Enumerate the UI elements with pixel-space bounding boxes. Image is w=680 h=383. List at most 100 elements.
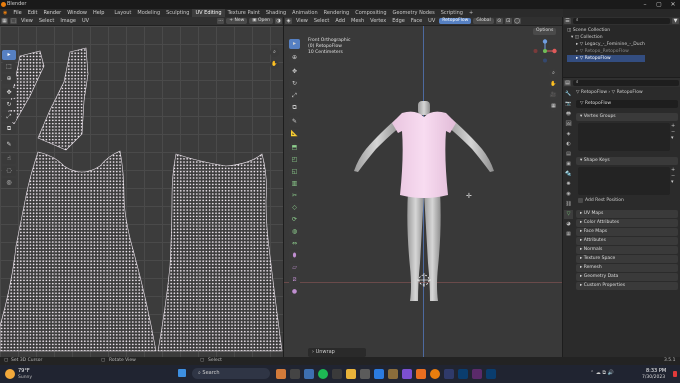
- particles-tab-icon[interactable]: ✺: [564, 180, 573, 189]
- cursor-tool-icon[interactable]: ⊕: [289, 53, 300, 63]
- loop-cut-tool-icon[interactable]: ▥: [289, 179, 300, 189]
- menu-window[interactable]: Window: [64, 9, 90, 17]
- app-icon-7[interactable]: [444, 369, 454, 379]
- view-menu-select[interactable]: Select: [311, 17, 332, 26]
- view-layer-tab-icon[interactable]: 🖼: [564, 120, 573, 129]
- paint-tool-icon[interactable]: ●: [289, 287, 300, 297]
- object-tab-icon[interactable]: ▣: [564, 160, 573, 169]
- editor-type-icon[interactable]: ▦: [1, 18, 8, 24]
- render-tab-icon[interactable]: 📷: [564, 100, 573, 109]
- uv-menu-uv[interactable]: UV: [79, 17, 92, 26]
- rip-tool-icon[interactable]: ⧄: [289, 275, 300, 285]
- pan-icon[interactable]: ✋: [270, 60, 279, 69]
- edge-browser-icon[interactable]: [374, 369, 384, 379]
- 3d-viewport[interactable]: ◈ View Select Add Mesh Vertex Edge Face …: [284, 17, 562, 357]
- tab-layout[interactable]: Layout: [111, 9, 134, 17]
- panel-vertex-groups[interactable]: ▾ Vertex Groups: [576, 113, 678, 121]
- maximize-icon[interactable]: ▢: [652, 0, 666, 9]
- bevel-tool-icon[interactable]: ◱: [289, 167, 300, 177]
- add-rest-position-checkbox[interactable]: Add Rest Position: [578, 198, 624, 203]
- outliner-item-collection[interactable]: ▾ ◫ Collection: [567, 34, 645, 41]
- view-menu-vertex[interactable]: Vertex: [367, 17, 389, 26]
- app-icon-5[interactable]: [402, 369, 412, 379]
- app-icon-2[interactable]: [332, 369, 342, 379]
- uv-grid-canvas[interactable]: ▸ ⬚ ⊕ ✥ ↻ ⤢ ⧉ ✎ ☝ ◌ ◎ ⌕ ✋: [0, 26, 283, 357]
- properties-editor-icon[interactable]: ▤: [564, 79, 571, 86]
- uv-menu-view[interactable]: View: [18, 17, 36, 26]
- minimize-icon[interactable]: –: [638, 0, 652, 9]
- tab-rendering[interactable]: Rendering: [321, 9, 353, 17]
- uv-overlay-icon[interactable]: ◑: [275, 18, 282, 24]
- options-button[interactable]: Options: [533, 28, 557, 35]
- snap-icon[interactable]: ⋯: [217, 18, 225, 24]
- poly-build-tool-icon[interactable]: ◇: [289, 203, 300, 213]
- tab-geometry-nodes[interactable]: Geometry Nodes: [390, 9, 438, 17]
- outliner-search-input[interactable]: ⌕: [573, 18, 670, 24]
- outliner-item-retopo[interactable]: ▸ ▽ Retopo_RetopoFlow: [567, 48, 645, 55]
- panel-shape-keys[interactable]: ▾ Shape Keys: [576, 157, 678, 165]
- pivot-icon[interactable]: ⊙: [495, 18, 503, 24]
- uv-select-mode-icon[interactable]: ⬚: [10, 18, 17, 24]
- zoom-icon[interactable]: ⌕: [270, 48, 279, 57]
- menu-help[interactable]: Help: [90, 9, 107, 17]
- texture-tab-icon[interactable]: ▦: [564, 230, 573, 239]
- grab-tool-icon[interactable]: ☝: [2, 154, 16, 164]
- rotate-tool-icon[interactable]: ↻: [2, 100, 16, 110]
- outliner-item-legacy[interactable]: ▸ ▽ Legacy_-_Feminine_-_Duch: [567, 41, 645, 48]
- vertex-groups-list[interactable]: [578, 123, 670, 151]
- annotate-tool-icon[interactable]: ✎: [2, 140, 16, 150]
- shrink-fatten-tool-icon[interactable]: ⬮: [289, 251, 300, 261]
- panel-uv-maps[interactable]: ▸ UV Maps: [576, 210, 678, 218]
- new-image-button[interactable]: + New: [226, 18, 248, 24]
- app-icon-4[interactable]: [388, 369, 398, 379]
- outliner-item-retopoflow[interactable]: ▸ ▽ RetopoFlow: [567, 55, 645, 62]
- open-image-button[interactable]: ▣ Open: [249, 18, 273, 24]
- weather-temp[interactable]: 79°F: [18, 368, 30, 374]
- transform-tool-icon[interactable]: ⧉: [289, 103, 300, 113]
- uv-menu-select[interactable]: Select: [36, 17, 57, 26]
- camera-view-icon[interactable]: 🎥: [549, 91, 558, 100]
- notification-icon[interactable]: [673, 371, 677, 377]
- tab-texture-paint[interactable]: Texture Paint: [225, 9, 263, 17]
- last-operator-panel[interactable]: › Unwrap: [308, 348, 366, 357]
- output-tab-icon[interactable]: 🖶: [564, 110, 573, 119]
- blender-taskbar-icon[interactable]: [430, 369, 440, 379]
- knife-tool-icon[interactable]: ✂: [289, 191, 300, 201]
- measure-tool-icon[interactable]: 📐: [289, 129, 300, 139]
- mesh-name-field[interactable]: ▽ RetopoFlow: [576, 100, 678, 108]
- view-menu-mesh[interactable]: Mesh: [348, 17, 367, 26]
- modifier-tab-icon[interactable]: 🔩: [564, 170, 573, 179]
- extrude-tool-icon[interactable]: ⬒: [289, 143, 300, 153]
- weather-sun-icon[interactable]: [5, 369, 15, 379]
- spotify-icon[interactable]: [318, 369, 328, 379]
- navigation-gizmo[interactable]: [533, 39, 557, 63]
- menu-edit[interactable]: Edit: [25, 9, 41, 17]
- app-icon-3[interactable]: [360, 369, 370, 379]
- checkbox-box[interactable]: [578, 198, 583, 203]
- move-tool-icon[interactable]: ✥: [289, 67, 300, 77]
- perspective-toggle-icon[interactable]: ▦: [549, 102, 558, 111]
- properties-editor[interactable]: ▤ ⌕ ▽ RetopoFlow › ▽ RetopoFlow ▽ Retopo…: [563, 78, 680, 357]
- shear-tool-icon[interactable]: ▱: [289, 263, 300, 273]
- photoshop-icon[interactable]: [458, 369, 468, 379]
- smooth-tool-icon[interactable]: ◍: [289, 227, 300, 237]
- photoshop-2-icon[interactable]: [486, 369, 496, 379]
- spin-tool-icon[interactable]: ⟳: [289, 215, 300, 225]
- move-tool-icon[interactable]: ✥: [2, 88, 16, 98]
- outliner-item-scene-collection[interactable]: ◫ Scene Collection: [567, 27, 645, 34]
- tab-compositing[interactable]: Compositing: [352, 9, 389, 17]
- shape-keys-add-icon[interactable]: + − ▾: [671, 167, 675, 185]
- zoom-icon[interactable]: ⌕: [549, 69, 558, 78]
- pinch-tool-icon[interactable]: ◎: [2, 178, 16, 188]
- constraints-tab-icon[interactable]: ⛓: [564, 200, 573, 209]
- outliner-editor-icon[interactable]: ☰: [564, 18, 571, 24]
- properties-search-input[interactable]: ⌕: [573, 79, 679, 86]
- world-tab-icon[interactable]: ◐: [564, 140, 573, 149]
- folder-icon[interactable]: [346, 369, 356, 379]
- tab-uv-editing[interactable]: UV Editing: [192, 9, 225, 17]
- tab-sculpting[interactable]: Sculpting: [163, 9, 192, 17]
- file-explorer-icon[interactable]: [304, 369, 314, 379]
- system-tray-icons[interactable]: ⌃ ☁ ⧉ 🔊: [590, 370, 614, 376]
- tweak-tool-icon[interactable]: ▸: [2, 50, 16, 60]
- editor-type-icon[interactable]: ◈: [285, 18, 292, 24]
